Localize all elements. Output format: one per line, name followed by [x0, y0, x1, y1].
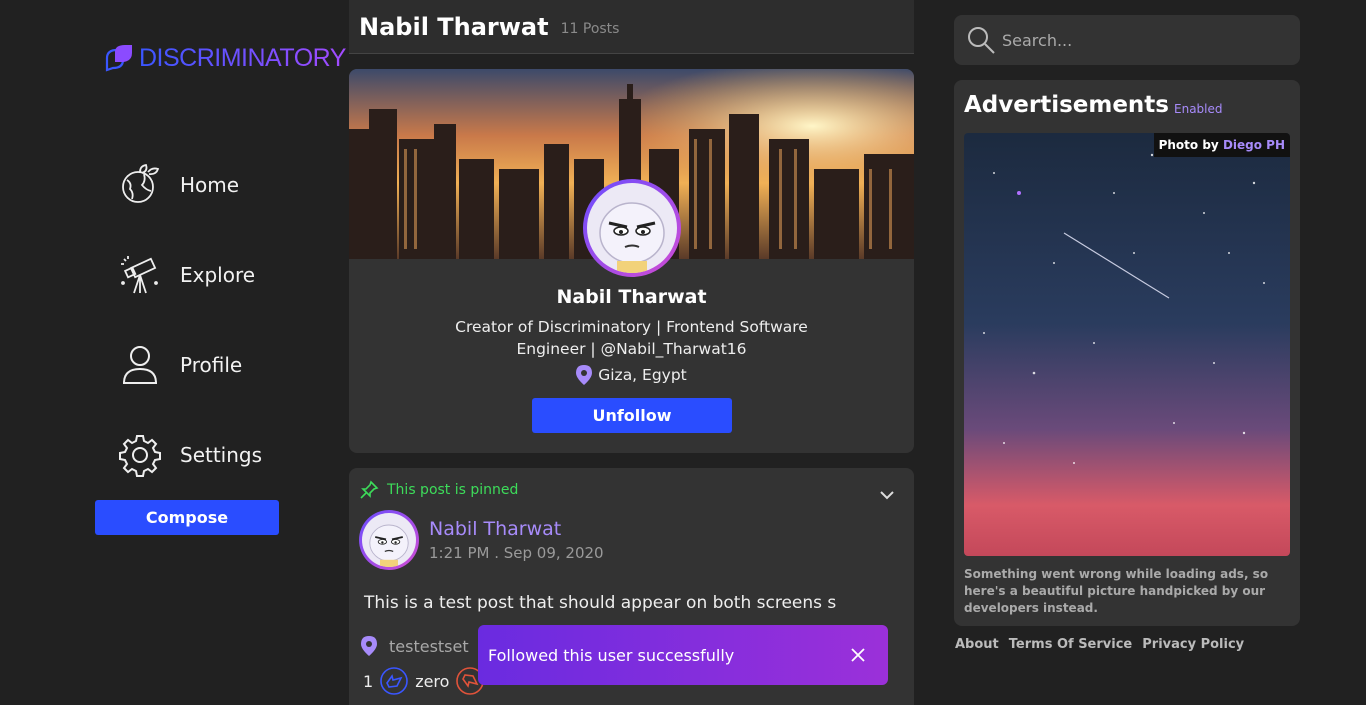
profile-name: Nabil Tharwat	[556, 286, 707, 308]
photo-credit-author-link[interactable]: Diego PH	[1223, 138, 1285, 152]
footer-link-about[interactable]: About	[955, 637, 999, 652]
ads-title: Advertisements	[964, 92, 1169, 118]
post-body: This is a test post that should appear o…	[364, 593, 837, 613]
brand[interactable]: DISCRIMINATORY	[103, 42, 346, 74]
globe-plant-icon	[122, 163, 160, 203]
agree-icon[interactable]	[379, 666, 409, 696]
nav-label-profile: Profile	[180, 353, 243, 377]
user-icon	[122, 346, 158, 384]
nav-label-explore: Explore	[180, 263, 256, 287]
close-icon[interactable]	[850, 647, 866, 663]
main-nav: Home Explore Profile Settings	[118, 140, 262, 500]
ads-status-badge: Enabled	[1174, 102, 1223, 116]
unfollow-button[interactable]: Unfollow	[532, 398, 732, 433]
nav-item-explore[interactable]: Explore	[118, 230, 262, 320]
search-icon	[968, 27, 995, 54]
profile-card: Nabil Tharwat Creator of Discriminatory …	[349, 69, 914, 453]
profile-bio: Creator of Discriminatory | Frontend Sof…	[455, 318, 808, 358]
pinned-indicator: This post is pinned	[359, 480, 518, 500]
pushpin-icon	[360, 480, 379, 499]
post-timestamp: 1:21 PM . Sep 09, 2020	[429, 544, 604, 562]
post-location: testestset	[361, 636, 469, 656]
nav-item-profile[interactable]: Profile	[118, 320, 262, 410]
toast-message: Followed this user successfully	[488, 645, 735, 665]
profile-location-text: Giza, Egypt	[598, 366, 687, 384]
cartoon-avatar-image	[362, 513, 416, 567]
profile-avatar	[583, 179, 681, 277]
footer-link-terms[interactable]: Terms Of Service	[1009, 637, 1132, 652]
footer-link-privacy[interactable]: Privacy Policy	[1142, 637, 1244, 652]
chevron-down-icon[interactable]	[878, 486, 896, 504]
compose-button[interactable]: Compose	[95, 500, 279, 535]
location-pin-icon	[361, 636, 377, 656]
brand-name: DISCRIMINATORY	[139, 43, 346, 72]
photo-credit-prefix: Photo by	[1158, 138, 1219, 152]
post-reactions: 1 zero	[363, 666, 491, 696]
ads-fallback-message: Something went wrong while loading ads, …	[964, 567, 1269, 615]
nav-label-home: Home	[180, 173, 240, 197]
left-sidebar: DISCRIMINATORY Home Explore Profile Sett…	[0, 0, 346, 705]
like-count: 1	[363, 671, 374, 691]
ads-photo: Photo by Diego PH	[964, 133, 1290, 556]
success-toast: Followed this user successfully	[478, 625, 888, 685]
nav-label-settings: Settings	[180, 443, 263, 467]
profile-location: Giza, Egypt	[349, 365, 914, 385]
nav-item-home[interactable]: Home	[118, 140, 262, 230]
photo-credit: Photo by Diego PH	[1153, 133, 1290, 157]
dislike-label: zero	[415, 671, 450, 691]
main-column: Nabil Tharwat 11 Posts Nabil Tharwat Cre…	[349, 0, 914, 705]
leaf-logo-icon	[105, 45, 132, 72]
cartoon-avatar-image	[587, 183, 677, 273]
post-author-name[interactable]: Nabil Tharwat	[429, 518, 561, 540]
profile-header: Nabil Tharwat 11 Posts	[349, 0, 914, 54]
advertisements-panel: Advertisements Enabled Photo by Diego PH…	[954, 80, 1300, 626]
telescope-icon	[121, 256, 158, 294]
pinned-text: This post is pinned	[387, 482, 519, 498]
nav-item-settings[interactable]: Settings	[118, 410, 262, 500]
location-pin-icon	[576, 365, 593, 385]
page-title: Nabil Tharwat	[359, 12, 549, 41]
post-count: 11 Posts	[560, 20, 620, 37]
footer-links: About Terms Of Service Privacy Policy	[955, 637, 1244, 652]
search-bar	[954, 15, 1300, 65]
post-location-text: testestset	[389, 636, 469, 656]
post-author-avatar[interactable]	[359, 510, 419, 570]
search-input[interactable]	[1002, 30, 1282, 50]
night-sky-image	[964, 133, 1290, 556]
gear-icon	[119, 435, 161, 477]
